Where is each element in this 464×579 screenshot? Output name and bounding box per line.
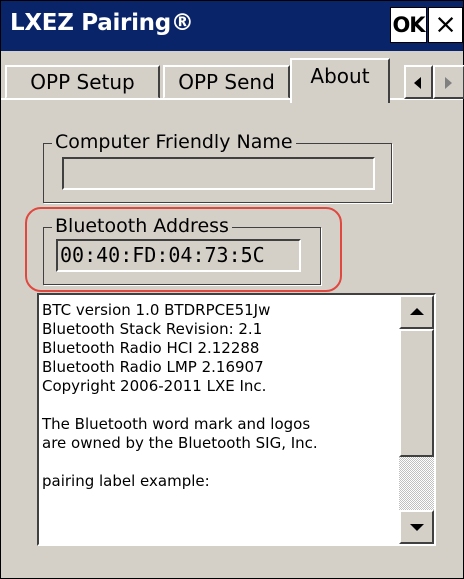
scroll-up-button[interactable] [399, 295, 434, 329]
close-button[interactable]: × [428, 7, 463, 43]
title-bar: LXEZ Pairing® OK × [1, 1, 463, 51]
info-line: Bluetooth Radio LMP 2.16907 [42, 358, 264, 376]
address-highlight-annotation [25, 207, 342, 292]
tab-opp-send[interactable]: OPP Send [163, 65, 290, 99]
arrow-up-icon [410, 308, 424, 315]
info-line: Bluetooth Stack Revision: 2.1 [42, 320, 263, 338]
app-window: LXEZ Pairing® OK × OPP Setup OPP Send Ab… [0, 0, 464, 579]
info-line: Copyright 2006-2011 LXE Inc. [42, 377, 267, 395]
vertical-scrollbar[interactable] [399, 295, 434, 544]
scroll-track[interactable] [399, 457, 434, 510]
info-listbox[interactable]: BTC version 1.0 BTDRPCE51Jw Bluetooth Sta… [37, 293, 436, 546]
window-title: LXEZ Pairing® [10, 10, 194, 36]
tab-divider [1, 98, 463, 100]
arrow-left-icon [414, 77, 421, 89]
info-line [42, 453, 397, 472]
tab-scroll-right-button[interactable] [433, 65, 464, 99]
scroll-down-button[interactable] [399, 510, 434, 544]
info-line: are owned by the Bluetooth SIG, Inc. [42, 434, 318, 452]
info-line [42, 396, 397, 415]
arrow-right-icon [445, 77, 452, 89]
tab-scroll-left-button[interactable] [404, 65, 433, 99]
info-line: BTC version 1.0 BTDRPCE51Jw [42, 301, 271, 319]
computer-name-group: Computer Friendly Name [43, 131, 392, 203]
tab-opp-setup[interactable]: OPP Setup [5, 65, 160, 99]
arrow-down-icon [410, 524, 424, 531]
ok-button[interactable]: OK [390, 7, 427, 43]
scroll-thumb[interactable] [399, 329, 434, 457]
info-line: Bluetooth Radio HCI 2.12288 [42, 339, 260, 357]
info-text: BTC version 1.0 BTDRPCE51Jw Bluetooth Sta… [42, 301, 397, 491]
info-line: The Bluetooth word mark and logos [42, 415, 311, 433]
tab-strip: OPP Setup OPP Send About [1, 51, 464, 103]
info-line: pairing label example: [42, 472, 210, 490]
computer-name-field[interactable] [62, 157, 375, 190]
tab-about[interactable]: About [290, 58, 390, 103]
computer-name-label: Computer Friendly Name [52, 131, 296, 153]
